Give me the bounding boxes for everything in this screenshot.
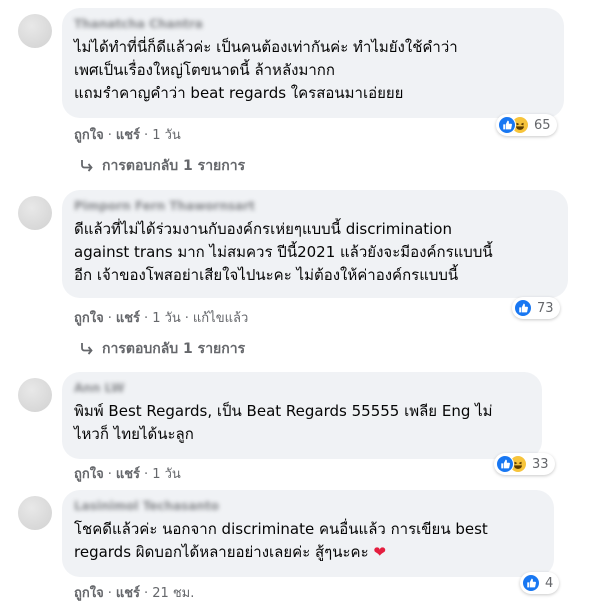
like-icon	[522, 574, 540, 592]
share-button[interactable]: แชร์	[116, 586, 140, 601]
view-replies-link[interactable]: การตอบกลับ 1 รายการ	[80, 340, 245, 358]
reaction-summary[interactable]: 73	[512, 297, 560, 319]
reaction-count: 65	[534, 117, 551, 133]
timestamp[interactable]: 21 ชม.	[152, 586, 194, 601]
comment-bubble: Ann LW พิมพ์ Best Regards, เป็น Beat Reg…	[62, 372, 542, 459]
like-icon	[498, 116, 516, 134]
share-button[interactable]: แชร์	[116, 128, 140, 143]
avatar[interactable]	[18, 496, 52, 530]
like-button[interactable]: ถูกใจ	[74, 128, 104, 143]
reaction-count: 33	[532, 456, 549, 472]
like-button[interactable]: ถูกใจ	[74, 586, 104, 601]
comment-text: โชคดีแล้วค่ะ นอกจาก discriminate คนอื่นแ…	[74, 520, 488, 561]
like-icon	[496, 455, 514, 473]
replies-label: การตอบกลับ 1 รายการ	[102, 158, 246, 174]
comment-text: ไม่ได้ทำที่นี่ก็ดีแล้วค่ะ เป็นคนต้องเท่า…	[74, 38, 458, 102]
author-name[interactable]: Thanatcha Chantra	[74, 16, 552, 32]
view-replies-link[interactable]: การตอบกลับ 1 รายการ	[80, 157, 245, 175]
avatar[interactable]	[18, 14, 52, 48]
reply-arrow-icon	[81, 160, 93, 172]
like-button[interactable]: ถูกใจ	[74, 467, 104, 482]
author-name[interactable]: Ann LW	[74, 380, 530, 396]
reaction-summary[interactable]: 4	[520, 572, 560, 594]
reaction-summary[interactable]: 33	[494, 453, 555, 475]
timestamp[interactable]: 1 วัน	[152, 311, 181, 326]
comment-bubble: Thanatcha Chantra ไม่ได้ทำที่นี่ก็ดีแล้ว…	[62, 8, 564, 118]
comment-text: พิมพ์ Best Regards, เป็น Beat Regards 55…	[74, 402, 493, 443]
heart-icon: ❤	[373, 543, 386, 561]
reaction-count: 73	[537, 300, 554, 316]
reaction-count: 4	[545, 575, 554, 591]
avatar[interactable]	[18, 378, 52, 412]
like-button[interactable]: ถูกใจ	[74, 311, 104, 326]
comment-actions: ถูกใจ · แชร์ · 1 วัน · แก้ไขแล้ว	[74, 311, 249, 326]
share-button[interactable]: แชร์	[116, 311, 140, 326]
comment-bubble: Pimporn Fern Thawornsart ดีแล้วที่ไม่ได้…	[62, 190, 568, 298]
comment-actions: ถูกใจ · แชร์ · 1 วัน	[74, 128, 181, 143]
replies-label: การตอบกลับ 1 รายการ	[102, 341, 246, 357]
edited-label[interactable]: แก้ไขแล้ว	[193, 311, 248, 326]
comment-text: ดีแล้วที่ไม่ได้ร่วมงานกับองค์กรเห่ยๆแบบน…	[74, 220, 493, 284]
comment-actions: ถูกใจ · แชร์ · 21 ชม.	[74, 586, 195, 601]
reply-arrow-icon	[81, 343, 93, 355]
comment-actions: ถูกใจ · แชร์ · 1 วัน	[74, 467, 181, 482]
timestamp[interactable]: 1 วัน	[152, 128, 181, 143]
author-name[interactable]: Pimporn Fern Thawornsart	[74, 198, 556, 214]
comment-bubble: Lasinimol Techasanto โชคดีแล้วค่ะ นอกจาก…	[62, 490, 554, 577]
author-name[interactable]: Lasinimol Techasanto	[74, 498, 542, 514]
share-button[interactable]: แชร์	[116, 467, 140, 482]
like-icon	[514, 299, 532, 317]
avatar[interactable]	[18, 196, 52, 230]
timestamp[interactable]: 1 วัน	[152, 467, 181, 482]
reaction-summary[interactable]: 65	[496, 114, 557, 136]
